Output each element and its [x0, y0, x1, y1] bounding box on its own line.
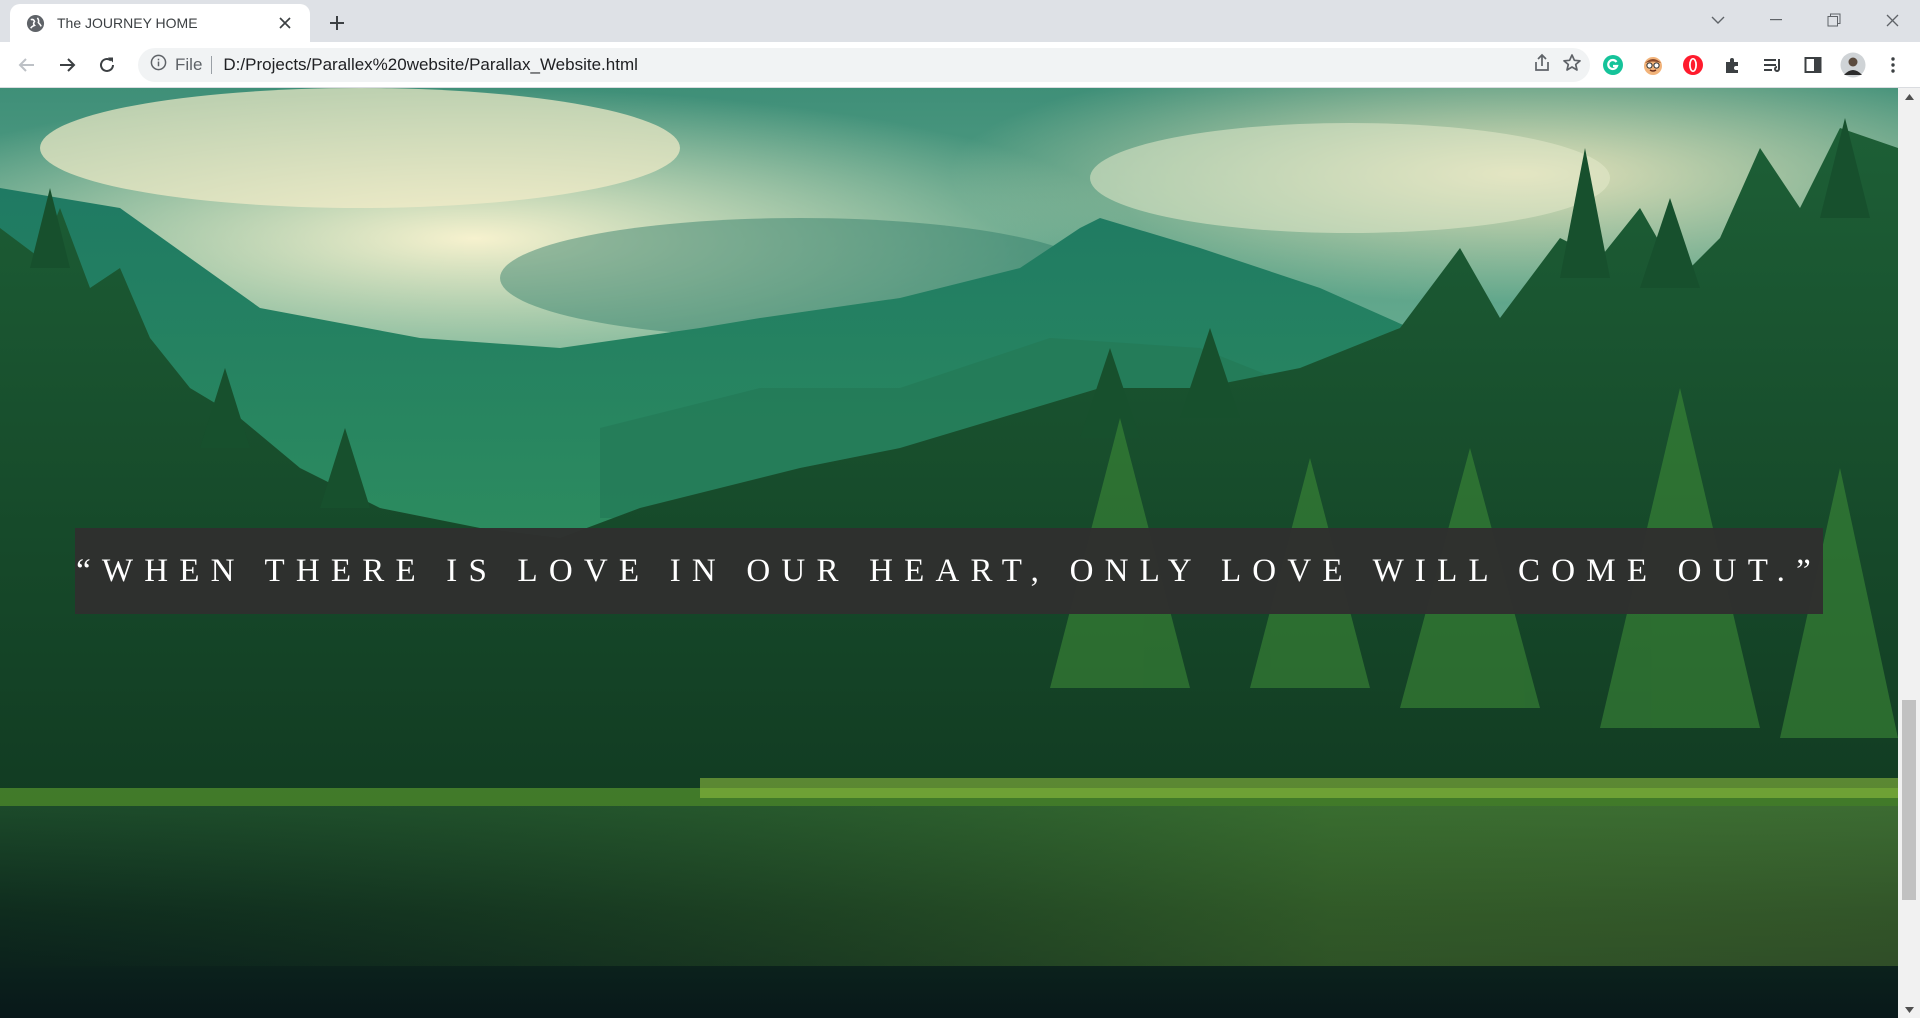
reload-button[interactable] — [90, 48, 124, 82]
kebab-menu-icon[interactable] — [1876, 48, 1910, 82]
puzzle-icon[interactable] — [1716, 48, 1750, 82]
grammarly-icon[interactable] — [1596, 48, 1630, 82]
scroll-down-arrow-icon[interactable] — [1898, 1001, 1920, 1018]
quote-text: “WHEN THERE IS LOVE IN OUR HEART, ONLY L… — [76, 552, 1822, 589]
reading-list-icon[interactable] — [1756, 48, 1790, 82]
address-bar[interactable]: File D:/Projects/Parallex%20website/Para… — [138, 48, 1590, 82]
forward-button[interactable] — [50, 48, 84, 82]
bookmark-star-icon[interactable] — [1562, 53, 1582, 78]
separator — [211, 56, 213, 74]
scrollbar-thumb[interactable] — [1902, 700, 1916, 900]
side-panel-icon[interactable] — [1796, 48, 1830, 82]
vertical-scrollbar[interactable] — [1898, 88, 1920, 1018]
opera-icon[interactable] — [1676, 48, 1710, 82]
quote-banner: “WHEN THERE IS LOVE IN OUR HEART, ONLY L… — [75, 528, 1823, 614]
new-tab-button[interactable] — [322, 8, 352, 38]
profile-avatar[interactable] — [1836, 48, 1870, 82]
close-window-button[interactable] — [1864, 0, 1920, 40]
page-viewport: “WHEN THERE IS LOVE IN OUR HEART, ONLY L… — [0, 88, 1898, 1018]
scheme-label: File — [175, 55, 203, 74]
tab-title: The JOURNEY HOME — [57, 15, 198, 31]
active-tab[interactable]: The JOURNEY HOME — [10, 4, 310, 42]
url-text[interactable]: D:/Projects/Parallex%20website/Parallax_… — [223, 55, 637, 75]
face-extension-icon[interactable] — [1636, 48, 1670, 82]
globe-icon — [26, 14, 45, 33]
tab-search-icon[interactable] — [1690, 0, 1746, 40]
info-icon[interactable] — [150, 54, 167, 76]
browser-toolbar: File D:/Projects/Parallex%20website/Para… — [0, 42, 1920, 88]
back-button[interactable] — [10, 48, 44, 82]
scroll-up-arrow-icon[interactable] — [1898, 88, 1920, 105]
restore-button[interactable] — [1806, 0, 1862, 40]
tab-strip: The JOURNEY HOME — [0, 0, 1920, 42]
close-tab-icon[interactable] — [274, 12, 296, 34]
share-icon[interactable] — [1532, 53, 1552, 78]
minimize-button[interactable] — [1748, 0, 1804, 40]
